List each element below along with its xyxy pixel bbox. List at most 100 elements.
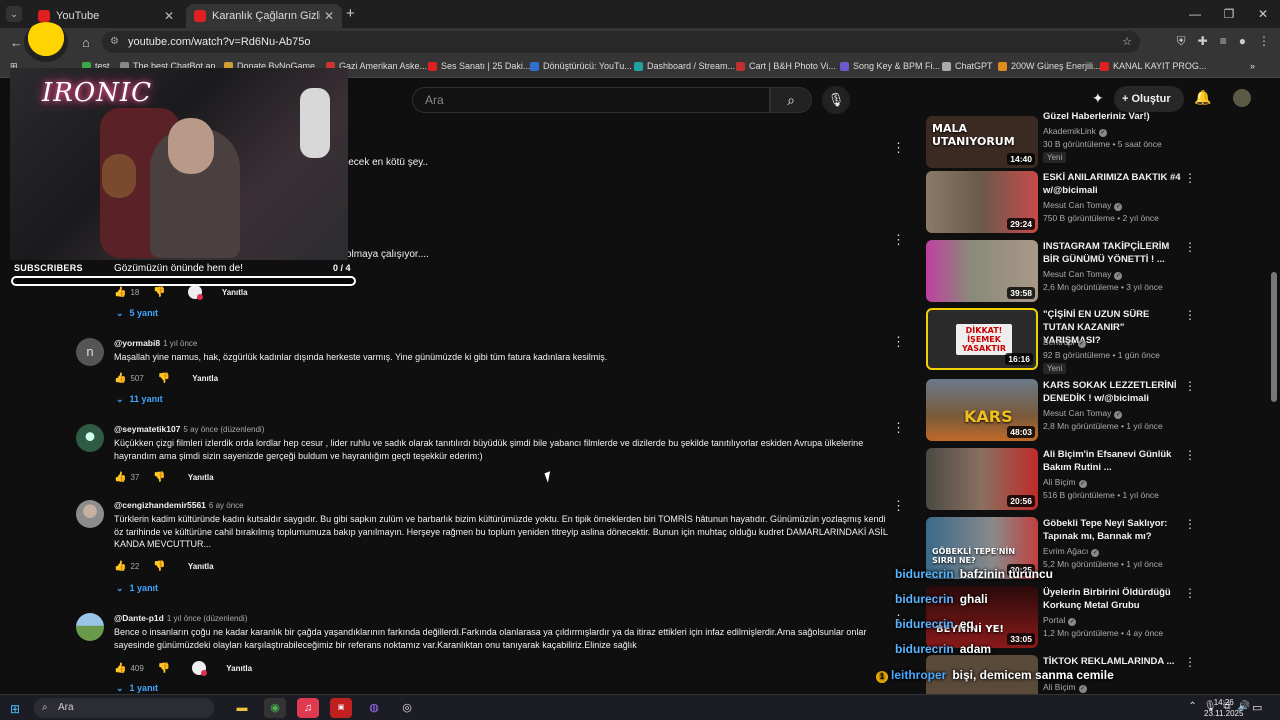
like-icon[interactable]: 👍 — [114, 472, 126, 483]
comment-menu-icon[interactable]: ⋮ — [892, 498, 905, 514]
bookmark-item[interactable]: ChatGPT — [942, 61, 993, 71]
video-menu-icon[interactable]: ⋮ — [1184, 240, 1196, 254]
reply-button[interactable]: Yanıtla — [188, 473, 214, 482]
scrollbar-thumb[interactable] — [1271, 272, 1277, 402]
video-menu-icon[interactable]: ⋮ — [1184, 308, 1196, 322]
video-title[interactable]: Göbekli Tepe Neyi Saklıyor: Tapınak mı, … — [1043, 517, 1183, 543]
comment-author[interactable]: @yormabi8 — [114, 338, 160, 348]
channel-name[interactable]: Ali Biçim ✓ — [1043, 477, 1087, 488]
video-menu-icon[interactable]: ⋮ — [1184, 517, 1196, 531]
restore-icon[interactable]: ❐ — [1212, 0, 1246, 28]
chrome-icon[interactable]: ◉ — [264, 698, 286, 718]
video-menu-icon[interactable]: ⋮ — [1184, 379, 1196, 393]
file-explorer-icon[interactable]: ▬ — [231, 698, 253, 718]
bookmark-item[interactable]: Ses Sanatı | 25 Daki... — [428, 61, 530, 71]
comment-menu-icon[interactable]: ⋮ — [892, 420, 905, 436]
video-thumbnail[interactable]: MALA UTANIYORUM 14:40 — [926, 116, 1038, 168]
video-title[interactable]: Üyelerin Birbirini Öldürdüğü Korkunç Met… — [1043, 586, 1183, 612]
dislike-icon[interactable]: 👎 — [153, 287, 165, 298]
avatar[interactable] — [76, 424, 104, 452]
close-tab-icon[interactable]: ✕ — [324, 9, 334, 23]
video-title[interactable]: ESKİ ANILARIMIZA BAKTIK #4 w/@bicimali — [1043, 171, 1183, 197]
cast-icon[interactable]: ✦ — [1092, 90, 1104, 107]
avatar[interactable] — [76, 500, 104, 528]
reply-button[interactable]: Yanıtla — [192, 374, 218, 383]
avatar[interactable] — [76, 613, 104, 641]
taskbar-clock[interactable]: 14:26 23.11.2025 — [1204, 697, 1243, 719]
video-title[interactable]: INSTAGRAM TAKİPÇİLERİM BİR GÜNÜMÜ YÖNETT… — [1043, 240, 1183, 266]
replies-toggle[interactable]: ⌄ 1 yanıt — [116, 683, 158, 694]
back-icon[interactable]: ← — [10, 35, 23, 50]
like-icon[interactable]: 👍 — [114, 373, 126, 384]
channel-name[interactable]: Ali Biçim ✓ — [1043, 682, 1087, 693]
page-scrollbar[interactable] — [1270, 82, 1278, 692]
notification-center-icon[interactable]: ▭ — [1252, 701, 1262, 714]
replies-toggle[interactable]: ⌄ 11 yanıt — [116, 394, 163, 405]
video-thumbnail[interactable]: KARS 48:03 — [926, 379, 1038, 441]
url-field[interactable]: ⚙ youtube.com/watch?v=Rd6Nu-Ab75o ☆ — [102, 31, 1140, 53]
comment-menu-icon[interactable]: ⋮ — [892, 232, 905, 248]
new-tab-icon[interactable]: + — [346, 5, 355, 22]
home-icon[interactable]: ⌂ — [82, 35, 90, 50]
channel-name[interactable]: Mesut Can Tomay ✓ — [1043, 200, 1123, 211]
comment-menu-icon[interactable]: ⋮ — [892, 334, 905, 350]
video-menu-icon[interactable]: ⋮ — [1184, 655, 1196, 669]
search-input[interactable]: Ara — [412, 87, 770, 113]
recommended-video[interactable]: 29:24 ESKİ ANILARIMIZA BAKTIK #4 w/@bici… — [924, 171, 1200, 235]
reply-button[interactable]: Yanıtla — [226, 664, 252, 673]
voice-search-button[interactable]: 🎙 — [822, 86, 850, 114]
search-button[interactable]: ⌕ — [770, 87, 812, 113]
video-title[interactable]: TİKTOK REKLAMLARINDA ... — [1043, 655, 1183, 668]
recommended-video[interactable]: KARS 48:03 KARS SOKAK LEZZETLERİNİ DENED… — [924, 379, 1200, 443]
avatar[interactable] — [1233, 89, 1251, 107]
create-button[interactable]: + Oluştur — [1114, 86, 1184, 112]
recommended-video[interactable]: MALA UTANIYORUM 14:40 Güzel Haberleriniz… — [924, 110, 1200, 172]
close-window-icon[interactable]: ✕ — [1246, 0, 1280, 28]
video-title[interactable]: Güzel Haberleriniz Var!) — [1043, 110, 1183, 123]
extensions-icon[interactable]: ✚ — [1198, 34, 1208, 49]
comment-author[interactable]: @seymatetik107 — [114, 424, 180, 434]
reply-button[interactable]: Yanıtla — [222, 288, 248, 297]
close-tab-icon[interactable]: ✕ — [164, 9, 174, 23]
video-thumbnail[interactable]: 20:56 — [926, 448, 1038, 510]
minimize-icon[interactable]: — — [1178, 0, 1212, 28]
avatar[interactable]: n — [76, 338, 104, 366]
replies-toggle[interactable]: ⌄ 5 yanıt — [116, 308, 158, 319]
dislike-icon[interactable]: 👎 — [153, 472, 165, 483]
channel-name[interactable]: Bentropi ✓ — [1043, 337, 1086, 348]
like-icon[interactable]: 👍 — [114, 561, 126, 572]
video-menu-icon[interactable]: ⋮ — [1184, 586, 1196, 600]
video-title[interactable]: KARS SOKAK LEZZETLERİNİ DENEDİK ! w/@bic… — [1043, 379, 1183, 405]
video-thumbnail[interactable]: 39:58 — [926, 240, 1038, 302]
more-bookmarks-icon[interactable]: » — [1250, 61, 1255, 71]
profile-icon[interactable]: ● — [1239, 34, 1246, 49]
recommended-video[interactable]: 39:58 INSTAGRAM TAKİPÇİLERİM BİR GÜNÜMÜ … — [924, 240, 1200, 304]
tab-current-video[interactable]: Karanlık Çağların Gizli Yüzü: Or ✕ — [186, 4, 342, 28]
video-title[interactable]: Ali Biçim'in Efsanevi Günlük Bakım Rutin… — [1043, 448, 1183, 474]
obs-icon[interactable]: ◎ — [396, 698, 418, 718]
discord-icon[interactable]: ◍ — [363, 698, 385, 718]
bookmark-item[interactable]: Song Key & BPM Fi... — [840, 61, 940, 71]
bookmark-item[interactable]: 200W Güneş Enerjili... — [998, 61, 1101, 71]
reply-button[interactable]: Yanıtla — [188, 562, 214, 571]
tab-search-icon[interactable]: ⌄ — [6, 6, 22, 22]
recommended-video[interactable]: DİKKAT! İŞEMEK YASAKTIR 16:16 "ÇİŞİNİ EN… — [924, 308, 1200, 374]
menu-icon[interactable]: ⋮ — [1258, 34, 1270, 49]
comment-author[interactable]: @cengizhandemir5561 — [114, 500, 206, 510]
site-info-icon[interactable]: ⚙ — [110, 31, 119, 53]
dislike-icon[interactable]: 👎 — [158, 663, 170, 674]
video-thumbnail[interactable]: 29:24 — [926, 171, 1038, 233]
recommended-video[interactable]: 20:56 Ali Biçim'in Efsanevi Günlük Bakım… — [924, 448, 1200, 512]
like-icon[interactable]: 👍 — [114, 663, 126, 674]
shield-icon[interactable]: ⛨ — [1177, 34, 1186, 49]
bookmark-item[interactable]: Dönüştürücü: YouTu... — [530, 61, 632, 71]
bookmark-item[interactable]: Dashboard / Stream... — [634, 61, 735, 71]
bookmark-star-icon[interactable]: ☆ — [1122, 31, 1132, 53]
notifications-icon[interactable]: 🔔 — [1194, 89, 1211, 106]
music-app-icon[interactable]: ♫ — [297, 698, 319, 718]
bookmark-item[interactable]: KANAL KAYIT PROG... — [1100, 61, 1206, 71]
channel-name[interactable]: Evrim Ağacı ✓ — [1043, 546, 1100, 557]
taskbar-search[interactable]: ⌕ Ara — [34, 698, 214, 718]
windows-start-icon[interactable]: ⊞ — [10, 702, 20, 716]
video-menu-icon[interactable]: ⋮ — [1184, 448, 1196, 462]
